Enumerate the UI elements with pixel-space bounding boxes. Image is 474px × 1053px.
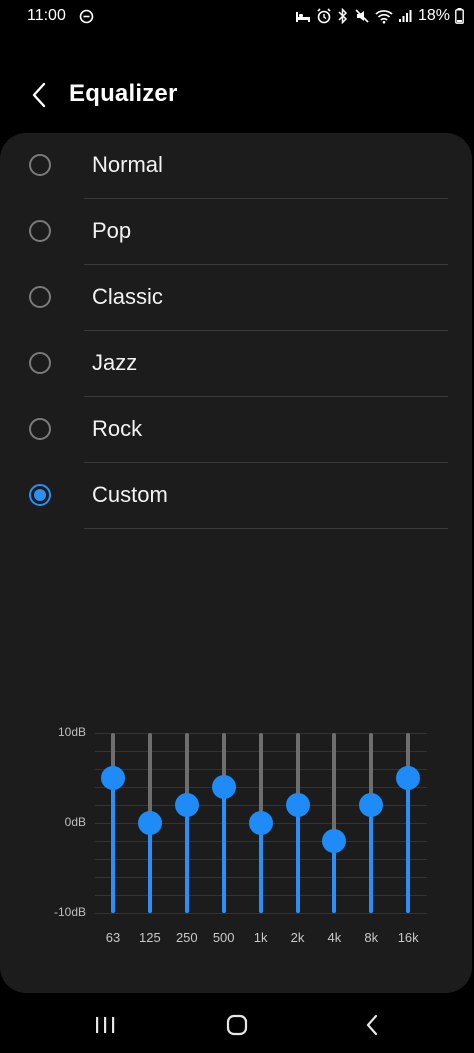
eq-band-500[interactable] [206, 733, 242, 913]
slider-thumb[interactable] [248, 811, 273, 835]
recent-apps-icon [96, 1017, 115, 1033]
recent-apps-button[interactable] [85, 1010, 125, 1040]
preset-option-label: Normal [92, 152, 163, 177]
equalizer-graph: 10dB 0dB -10dB 63 125 250 500 1k 2k 4k 8k 16k [0, 713, 472, 953]
freq-label: 16k [397, 930, 419, 945]
freq-label: 1k [253, 930, 268, 945]
preset-option-custom[interactable]: Custom [0, 463, 472, 529]
db-label-bottom: -10dB [53, 905, 86, 919]
radio-button[interactable] [29, 418, 51, 440]
eq-band-63[interactable] [95, 733, 131, 913]
slider-fill [184, 805, 189, 913]
slider-thumb[interactable] [174, 793, 199, 817]
preset-option-label: Custom [92, 482, 168, 507]
slider-fill [406, 778, 411, 913]
db-label-middle: 0dB [64, 815, 86, 829]
navigation-bar [0, 1000, 474, 1053]
freq-label: 125 [139, 930, 161, 945]
alarm-icon [316, 8, 332, 24]
slider-fill [111, 778, 115, 913]
preset-option-label: Rock [92, 416, 143, 441]
status-time: 11:00 [27, 7, 66, 24]
radio-button[interactable] [29, 154, 51, 176]
home-icon [226, 1014, 248, 1036]
slider-thumb[interactable] [137, 811, 162, 835]
mute-icon [354, 8, 370, 24]
bluetooth-icon [337, 8, 349, 24]
radio-button[interactable] [29, 352, 51, 374]
slider-thumb[interactable] [285, 793, 310, 817]
slider-fill [258, 823, 263, 913]
header: Equalizer [0, 70, 474, 120]
divider [84, 528, 448, 529]
preset-option-jazz[interactable]: Jazz [0, 331, 472, 397]
slider-thumb[interactable] [359, 793, 384, 817]
slider-fill [221, 787, 226, 913]
do-not-disturb-icon [79, 9, 94, 29]
home-button[interactable] [217, 1010, 257, 1040]
battery-icon [455, 8, 464, 24]
radio-button[interactable] [29, 286, 51, 308]
preset-option-normal[interactable]: Normal [0, 133, 472, 199]
bed-icon [295, 9, 311, 23]
slider-fill [369, 805, 374, 913]
freq-label: 2k [290, 930, 305, 945]
freq-label: 8k [364, 930, 379, 945]
status-icons: 18% [295, 6, 464, 26]
freq-label: 250 [175, 930, 198, 945]
radio-button[interactable] [29, 484, 51, 506]
preset-option-classic[interactable]: Classic [0, 265, 472, 331]
eq-band-1k[interactable] [243, 733, 279, 913]
eq-band-250[interactable] [169, 733, 205, 913]
db-label-top: 10dB [57, 725, 86, 739]
eq-band-2k[interactable] [280, 733, 316, 913]
eq-band-16k[interactable] [390, 733, 426, 913]
preset-option-label: Classic [92, 284, 163, 309]
freq-label: 500 [212, 930, 235, 945]
slider-thumb[interactable] [396, 766, 421, 790]
battery-percent: 18% [417, 7, 450, 24]
slider-thumb[interactable] [211, 775, 236, 799]
freq-label: 63 [105, 930, 121, 945]
preset-option-pop[interactable]: Pop [0, 199, 472, 265]
eq-band-125[interactable] [132, 733, 168, 913]
chevron-left-icon [32, 82, 46, 108]
preset-option-label: Jazz [92, 350, 138, 375]
eq-band-4k[interactable] [316, 733, 352, 913]
back-button[interactable] [24, 78, 54, 112]
slider-fill [147, 823, 152, 913]
preset-option-label: Pop [92, 218, 132, 243]
slider-thumb[interactable] [322, 829, 347, 853]
wifi-icon [375, 9, 393, 24]
slider-fill [295, 805, 300, 913]
nav-back-button[interactable] [352, 1010, 392, 1040]
grid-line [95, 913, 427, 914]
freq-label: 4k [327, 930, 342, 945]
preset-option-rock[interactable]: Rock [0, 397, 472, 463]
equalizer-card: Normal Pop Classic Jazz Rock Custom 10dB 0dB -1… [0, 133, 472, 993]
slider-thumb[interactable] [101, 766, 125, 790]
radio-button[interactable] [29, 220, 51, 242]
back-icon [366, 1014, 378, 1036]
status-bar: 11:00 18% [0, 0, 474, 34]
signal-icon [398, 9, 412, 23]
eq-band-8k[interactable] [353, 733, 389, 913]
page-title: Equalizer [69, 80, 178, 107]
